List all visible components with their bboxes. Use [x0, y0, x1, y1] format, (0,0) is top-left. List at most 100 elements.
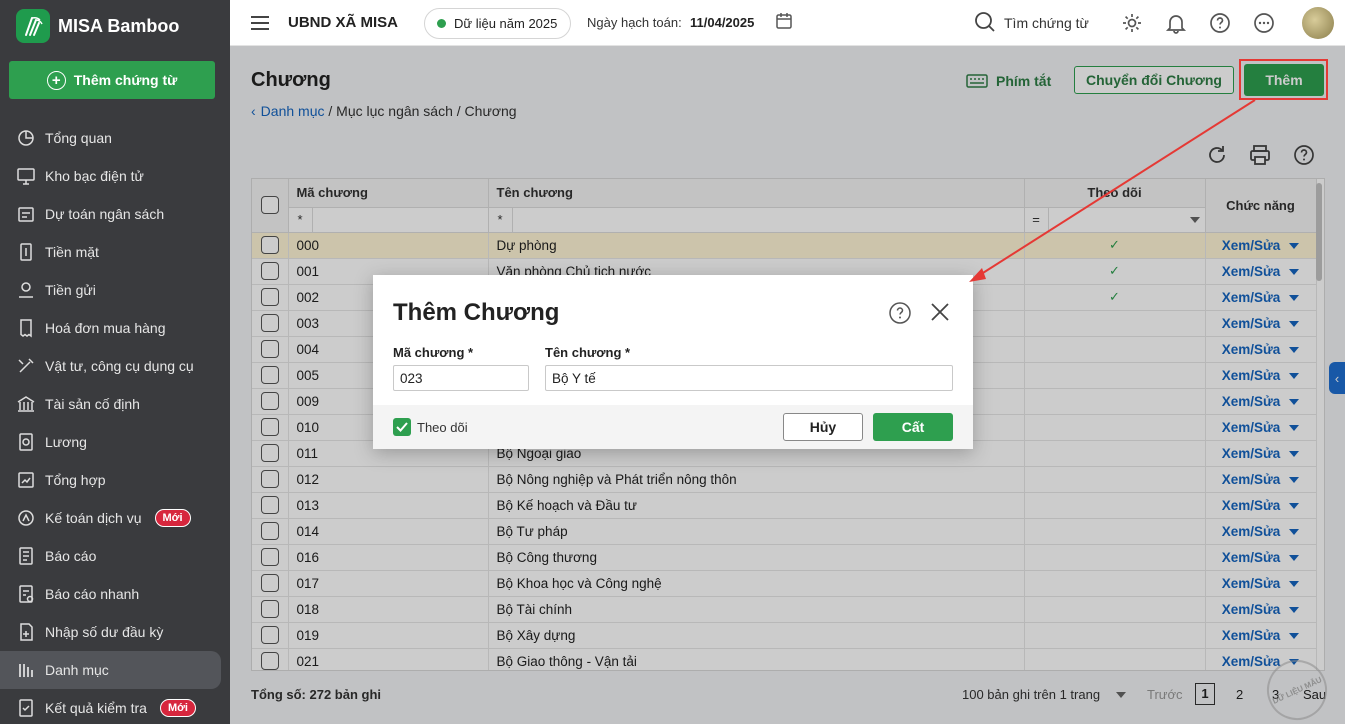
row-checkbox[interactable] [260, 548, 279, 566]
row-checkbox[interactable] [260, 236, 279, 254]
prev-page-button[interactable]: Trước [1147, 687, 1183, 702]
view-edit-link[interactable]: Xem/Sửa [1222, 420, 1281, 435]
table-row[interactable]: 019 Bộ Xây dựng Xem/Sửa [252, 622, 1317, 649]
search-icon[interactable] [974, 11, 996, 33]
sidebar-item-10[interactable]: Kế toán dịch vụ Mới [0, 499, 230, 537]
action-dropdown-icon[interactable] [1289, 346, 1300, 353]
action-dropdown-icon[interactable] [1289, 398, 1300, 405]
row-checkbox[interactable] [260, 626, 279, 644]
row-checkbox[interactable] [260, 496, 279, 514]
data-year-selector[interactable]: Dữ liệu năm 2025 [424, 8, 571, 39]
filter-operator-name[interactable]: * [489, 207, 513, 232]
organization-name[interactable]: UBND XÃ MISA [288, 14, 398, 31]
view-edit-link[interactable]: Xem/Sửa [1222, 264, 1281, 279]
action-dropdown-icon[interactable] [1289, 372, 1300, 379]
row-checkbox[interactable] [260, 262, 279, 280]
view-edit-link[interactable]: Xem/Sửa [1222, 368, 1281, 383]
notification-bell-icon[interactable] [1165, 12, 1187, 34]
view-edit-link[interactable]: Xem/Sửa [1222, 498, 1281, 513]
sidebar-item-4[interactable]: Tiền gửi [0, 271, 230, 309]
sidebar-item-13[interactable]: Nhập số dư đầu kỳ [0, 613, 230, 651]
action-dropdown-icon[interactable] [1289, 502, 1300, 509]
row-checkbox[interactable] [260, 600, 279, 618]
table-row[interactable]: 018 Bộ Tài chính Xem/Sửa [252, 596, 1317, 623]
app-logo[interactable]: MISA Bamboo [16, 9, 179, 43]
close-icon[interactable] [930, 302, 950, 322]
sidebar-item-3[interactable]: Tiền mặt [0, 233, 230, 271]
view-edit-link[interactable]: Xem/Sửa [1222, 628, 1281, 643]
action-dropdown-icon[interactable] [1289, 632, 1300, 639]
sidebar-item-15[interactable]: Kết quả kiểm tra Mới [0, 689, 230, 724]
view-edit-link[interactable]: Xem/Sửa [1222, 290, 1281, 305]
hamburger-menu-icon[interactable] [250, 14, 270, 32]
action-dropdown-icon[interactable] [1289, 450, 1300, 457]
table-row[interactable]: 000 Dự phòng ✓ Xem/Sửa [252, 232, 1317, 259]
row-checkbox[interactable] [260, 366, 279, 384]
filter-input-code[interactable] [313, 208, 488, 232]
view-edit-link[interactable]: Xem/Sửa [1222, 654, 1281, 669]
table-row[interactable]: 012 Bộ Nông nghiệp và Phát triển nông thô… [252, 466, 1317, 493]
action-dropdown-icon[interactable] [1289, 242, 1300, 249]
action-dropdown-icon[interactable] [1289, 554, 1300, 561]
search-input[interactable]: Tìm chứng từ [1004, 15, 1089, 31]
row-checkbox[interactable] [260, 470, 279, 488]
header-code[interactable]: Mã chương [288, 179, 489, 208]
chevron-down-icon[interactable] [1185, 208, 1205, 232]
view-edit-link[interactable]: Xem/Sửa [1222, 550, 1281, 565]
action-dropdown-icon[interactable] [1289, 424, 1300, 431]
view-edit-link[interactable]: Xem/Sửa [1222, 394, 1281, 409]
row-checkbox[interactable] [260, 418, 279, 436]
page-2-button[interactable]: 2 [1236, 687, 1243, 702]
action-dropdown-icon[interactable] [1289, 294, 1300, 301]
shortcut-button[interactable]: Phím tắt [966, 73, 1051, 89]
filter-select-follow[interactable] [1049, 208, 1185, 232]
sidebar-item-5[interactable]: Hoá đơn mua hàng [0, 309, 230, 347]
chevron-left-icon[interactable]: ‹ [251, 103, 256, 119]
convert-chapter-button[interactable]: Chuyển đổi Chương [1074, 66, 1234, 94]
name-field[interactable]: Bộ Y tế [545, 365, 953, 391]
row-checkbox[interactable] [260, 288, 279, 306]
action-dropdown-icon[interactable] [1289, 320, 1300, 327]
posting-date-value[interactable]: 11/04/2025 [690, 15, 754, 30]
help-icon[interactable] [1209, 12, 1231, 34]
avatar[interactable] [1302, 7, 1334, 39]
sidebar-item-7[interactable]: Tài sản cố định [0, 385, 230, 423]
row-checkbox[interactable] [260, 444, 279, 462]
action-dropdown-icon[interactable] [1289, 606, 1300, 613]
view-edit-link[interactable]: Xem/Sửa [1222, 342, 1281, 357]
table-help-icon[interactable] [1293, 144, 1315, 166]
save-button[interactable]: Cất [873, 413, 953, 441]
view-edit-link[interactable]: Xem/Sửa [1222, 472, 1281, 487]
sidebar-item-8[interactable]: Lương [0, 423, 230, 461]
filter-operator-follow[interactable]: = [1025, 207, 1049, 232]
cancel-button[interactable]: Hủy [783, 413, 863, 441]
view-edit-link[interactable]: Xem/Sửa [1222, 316, 1281, 331]
filter-input-name[interactable] [513, 208, 1024, 232]
settings-gear-icon[interactable] [1121, 12, 1143, 34]
table-row[interactable]: 016 Bộ Công thương Xem/Sửa [252, 544, 1317, 571]
table-row[interactable]: 013 Bộ Kế hoạch và Đầu tư Xem/Sửa [252, 492, 1317, 519]
action-dropdown-icon[interactable] [1289, 268, 1300, 275]
breadcrumb-back-link[interactable]: Danh mục [261, 103, 325, 119]
view-edit-link[interactable]: Xem/Sửa [1222, 602, 1281, 617]
table-row[interactable]: 017 Bộ Khoa học và Công nghệ Xem/Sửa [252, 570, 1317, 597]
dialog-help-icon[interactable] [889, 302, 911, 324]
calendar-icon[interactable] [775, 12, 793, 30]
print-icon[interactable] [1249, 144, 1271, 166]
view-edit-link[interactable]: Xem/Sửa [1222, 576, 1281, 591]
action-dropdown-icon[interactable] [1289, 580, 1300, 587]
view-edit-link[interactable]: Xem/Sửa [1222, 238, 1281, 253]
code-field[interactable]: 023 [393, 365, 529, 391]
row-checkbox[interactable] [260, 340, 279, 358]
header-follow[interactable]: Theo dõi [1024, 179, 1206, 208]
sidebar-item-6[interactable]: Vật tư, công cụ dụng cụ [0, 347, 230, 385]
sidebar-item-14[interactable]: Danh mục [0, 651, 221, 689]
row-checkbox[interactable] [260, 392, 279, 410]
sidebar-item-12[interactable]: Báo cáo nhanh [0, 575, 230, 613]
collapse-panel-chevron-icon[interactable]: ‹ [1329, 362, 1345, 394]
more-options-icon[interactable] [1253, 12, 1275, 34]
select-all-checkbox[interactable] [260, 196, 279, 215]
page-size-selector[interactable]: 100 bản ghi trên 1 trang [962, 687, 1127, 702]
sidebar-item-1[interactable]: Kho bạc điện tử [0, 157, 230, 195]
sidebar-item-9[interactable]: Tổng hợp [0, 461, 230, 499]
